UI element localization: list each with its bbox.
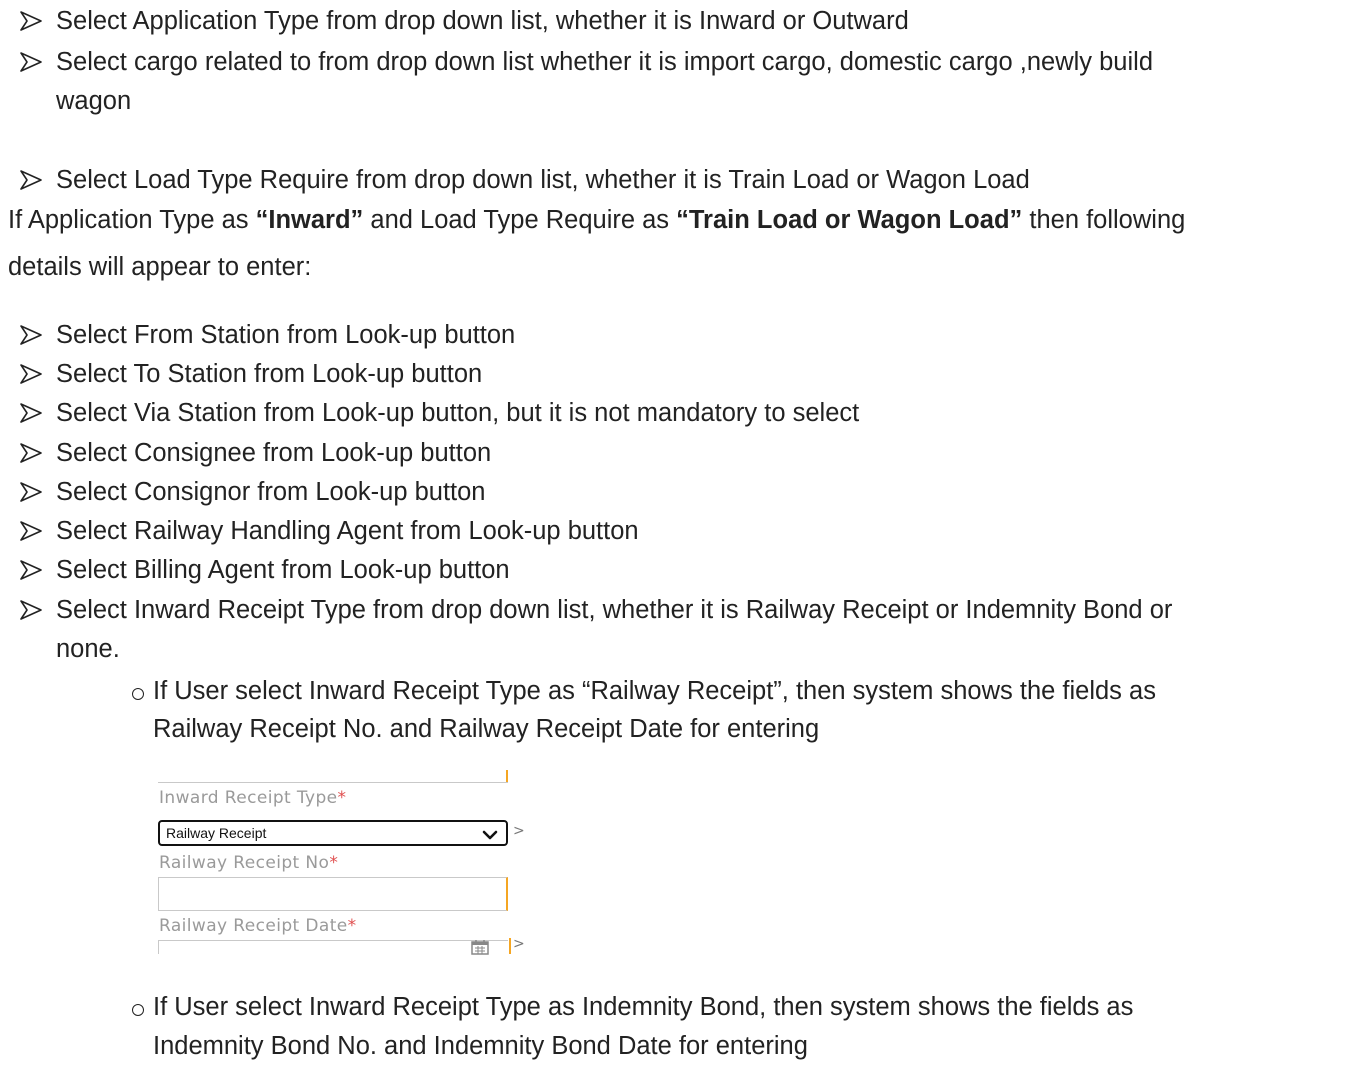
arrow-bullet-icon [18,442,44,464]
sub-bullet-railway-receipt-cont: Railway Receipt No. and Railway Receipt … [153,715,820,743]
calendar-icon[interactable] [470,939,490,960]
arrow-bullet-icon [18,481,44,503]
receipt-type-label: Inward Receipt Type* [159,788,347,808]
sub-bullet-indemnity-bond: If User select Inward Receipt Type as In… [153,993,1134,1021]
receipt-type-select[interactable]: Railway Receipt [158,820,508,846]
bullet-consignee: Select Consignee from Look-up button [56,439,492,467]
previous-field-edge [158,770,508,783]
arrow-bullet-icon [18,402,44,424]
arrow-bullet-icon [18,10,44,32]
side-arrow: > [513,823,525,839]
bullet-cargo-related: Select cargo related to from drop down l… [56,48,1153,76]
date-field-edge [509,938,511,954]
bullet-railway-handling-agent: Select Railway Handling Agent from Look-… [56,517,639,545]
bullet-application-type: Select Application Type from drop down l… [56,7,909,35]
arrow-bullet-icon [18,324,44,346]
circle-bullet-icon [132,1004,144,1016]
bullet-receipt-type: Select Inward Receipt Type from drop dow… [56,596,1173,624]
chevron-down-icon [482,826,498,848]
arrow-bullet-icon [18,51,44,73]
bullet-via-station: Select Via Station from Look-up button, … [56,399,860,427]
side-arrow: > [513,936,525,952]
receipt-type-value: Railway Receipt [166,825,267,841]
paragraph-details: details will appear to enter: [8,253,312,281]
arrow-bullet-icon [18,169,44,191]
bullet-cargo-related-cont: wagon [56,87,132,115]
bullet-to-station: Select To Station from Look-up button [56,360,483,388]
sub-bullet-indemnity-bond-cont: Indemnity Bond No. and Indemnity Bond Da… [153,1032,808,1060]
arrow-bullet-icon [18,599,44,621]
rr-no-input[interactable] [158,877,508,911]
sub-bullet-railway-receipt: If User select Inward Receipt Type as “R… [153,677,1156,705]
document-page: Select Application Type from drop down l… [0,0,1359,1071]
bullet-consignor: Select Consignor from Look-up button [56,478,486,506]
circle-bullet-icon [132,688,144,700]
form-screenshot: Inward Receipt Type* Railway Receipt > R… [156,770,526,955]
arrow-bullet-icon [18,520,44,542]
bullet-billing-agent: Select Billing Agent from Look-up button [56,556,510,584]
rr-date-label: Railway Receipt Date* [159,916,357,936]
rr-no-label: Railway Receipt No* [159,853,339,873]
bullet-load-type: Select Load Type Require from drop down … [56,166,1030,194]
arrow-bullet-icon [18,363,44,385]
bullet-from-station: Select From Station from Look-up button [56,321,516,349]
arrow-bullet-icon [18,559,44,581]
rr-date-input[interactable] [158,938,511,955]
bullet-receipt-type-cont: none. [56,635,120,663]
paragraph-condition: If Application Type as “Inward” and Load… [8,206,1186,234]
